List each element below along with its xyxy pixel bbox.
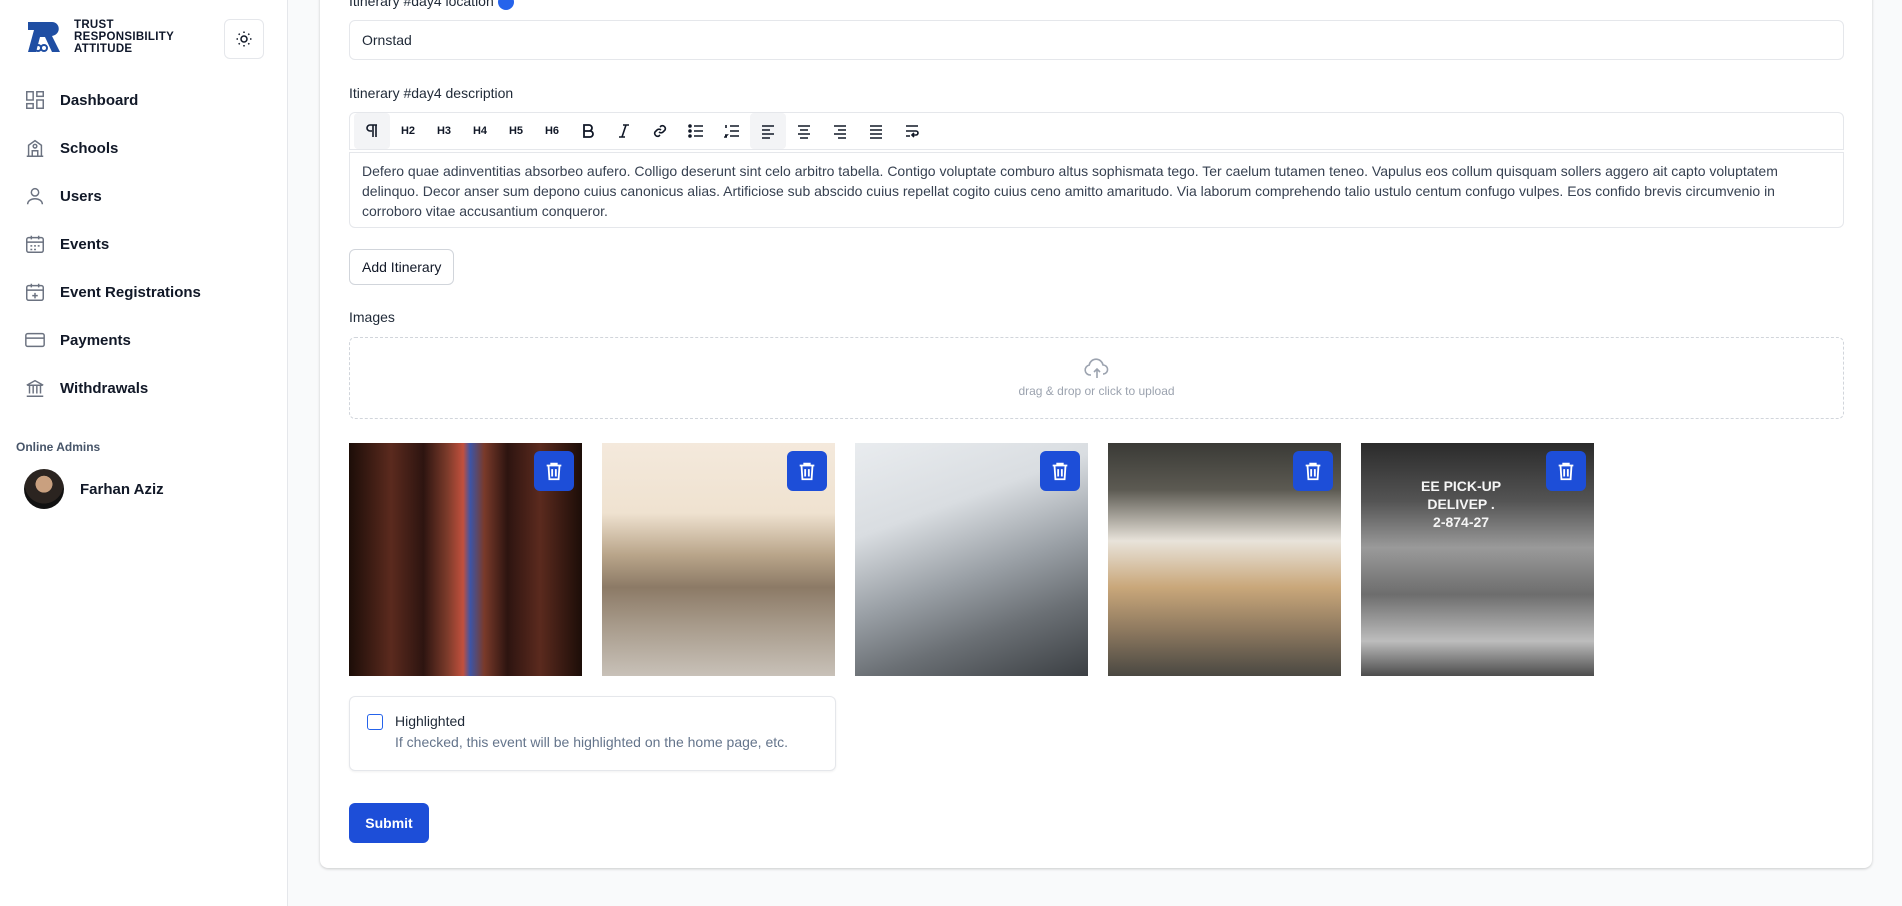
brand-line-1: TRUST xyxy=(74,19,114,31)
image-thumbnail xyxy=(855,443,1088,676)
info-icon[interactable] xyxy=(497,0,514,11)
align-center-button[interactable] xyxy=(786,113,822,149)
location-label-text: Itinerary #day4 location xyxy=(349,0,494,9)
location-label: Itinerary #day4 location xyxy=(349,0,514,11)
image-thumbnail xyxy=(349,443,582,676)
bold-button[interactable] xyxy=(570,113,606,149)
sidebar-item-users[interactable]: Users xyxy=(0,172,288,220)
sidebar-item-withdrawals[interactable]: Withdrawals xyxy=(0,364,288,412)
dashboard-icon xyxy=(26,91,44,109)
delete-image-button[interactable] xyxy=(1546,451,1586,491)
align-center-icon xyxy=(798,125,810,139)
image-thumbnail xyxy=(602,443,835,676)
align-right-icon xyxy=(834,125,846,139)
sidebar-item-schools[interactable]: Schools xyxy=(0,124,288,172)
trash-icon xyxy=(1305,462,1321,481)
heading-5-button[interactable]: H5 xyxy=(498,113,534,149)
image-dropzone[interactable]: drag & drop or click to upload xyxy=(349,337,1844,419)
highlighted-label: Highlighted xyxy=(395,713,466,729)
delete-image-button[interactable] xyxy=(534,451,574,491)
link-icon xyxy=(653,124,667,138)
heading-2-button[interactable]: H2 xyxy=(390,113,426,149)
sidebar-item-label: Schools xyxy=(60,139,119,157)
paragraph-button[interactable] xyxy=(354,113,390,149)
align-justify-button[interactable] xyxy=(858,113,894,149)
brand-line-2: RESPONSIBILITY xyxy=(74,31,175,43)
bullet-list-icon xyxy=(688,124,703,138)
sidebar-item-event-registrations[interactable]: Event Registrations xyxy=(0,268,288,316)
sidebar-item-label: Dashboard xyxy=(60,91,139,109)
heading-6-button[interactable]: H6 xyxy=(534,113,570,149)
editor-toolbar: H2 H3 H4 H5 H6 xyxy=(349,112,1844,150)
align-justify-icon xyxy=(870,125,882,139)
theme-toggle-button[interactable] xyxy=(224,19,264,59)
add-itinerary-button[interactable]: Add Itinerary xyxy=(349,249,455,285)
sun-icon xyxy=(236,31,252,47)
calendar-plus-icon xyxy=(26,283,44,301)
ordered-list-button[interactable] xyxy=(714,113,750,149)
paragraph-icon xyxy=(366,124,377,137)
align-right-button[interactable] xyxy=(822,113,858,149)
link-button[interactable] xyxy=(642,113,678,149)
online-admin-item[interactable]: Farhan Aziz xyxy=(24,469,164,509)
italic-button[interactable] xyxy=(606,113,642,149)
align-left-icon xyxy=(762,125,774,139)
image-thumbnail: EE PICK-UP DELIVEP . 2-874-27 xyxy=(1361,443,1594,676)
storefront-sign-text: EE PICK-UP DELIVEP . 2-874-27 xyxy=(1421,478,1502,530)
delete-image-button[interactable] xyxy=(787,451,827,491)
wrap-text-button[interactable] xyxy=(894,113,930,149)
heading-3-button[interactable]: H3 xyxy=(426,113,462,149)
sidebar-item-label: Withdrawals xyxy=(60,379,149,397)
location-input[interactable]: Ornstad xyxy=(349,20,1844,60)
trash-icon xyxy=(799,462,815,481)
wrap-text-icon xyxy=(906,125,919,138)
brand-line-3: ATTITUDE xyxy=(74,43,133,55)
image-thumbnail xyxy=(1108,443,1341,676)
images-label: Images xyxy=(349,309,395,325)
sidebar-item-dashboard[interactable]: Dashboard xyxy=(0,76,288,124)
avatar xyxy=(24,469,64,509)
trash-icon xyxy=(1558,462,1574,481)
sidebar-item-payments[interactable]: Payments xyxy=(0,316,288,364)
online-admins-heading: Online Admins xyxy=(16,440,101,454)
dropzone-text: drag & drop or click to upload xyxy=(1018,384,1175,398)
admin-name: Farhan Aziz xyxy=(80,480,164,498)
sidebar-nav: Dashboard Schools Users Events Event Reg… xyxy=(0,76,288,412)
bank-icon xyxy=(26,379,44,397)
ordered-list-icon xyxy=(724,125,739,138)
upload-cloud-icon xyxy=(1083,358,1108,378)
sidebar-item-label: Events xyxy=(60,235,110,253)
highlighted-checkbox[interactable] xyxy=(367,714,383,730)
heading-4-button[interactable]: H4 xyxy=(462,113,498,149)
description-label: Itinerary #day4 description xyxy=(349,85,514,101)
trash-icon xyxy=(546,462,562,481)
bullet-list-button[interactable] xyxy=(678,113,714,149)
credit-card-icon xyxy=(25,332,45,348)
sidebar-item-label: Event Registrations xyxy=(60,283,201,301)
sidebar: TRUST RESPONSIBILITY ATTITUDE Dashboard … xyxy=(0,0,288,906)
trash-icon xyxy=(1052,462,1068,481)
italic-icon xyxy=(619,124,629,138)
sidebar-item-label: Users xyxy=(60,187,102,205)
submit-button[interactable]: Submit xyxy=(349,803,429,843)
brand-text: TRUST RESPONSIBILITY ATTITUDE xyxy=(74,19,174,55)
school-icon xyxy=(26,139,44,157)
brand-logo[interactable]: TRUST RESPONSIBILITY ATTITUDE xyxy=(24,18,174,56)
description-editor[interactable]: Defero quae adinventitias absorbeo aufer… xyxy=(349,152,1844,228)
sidebar-item-events[interactable]: Events xyxy=(0,220,288,268)
align-left-button[interactable] xyxy=(750,113,786,149)
highlighted-help-text: If checked, this event will be highlight… xyxy=(395,734,789,750)
delete-image-button[interactable] xyxy=(1040,451,1080,491)
bold-icon xyxy=(583,124,594,138)
user-icon xyxy=(26,187,44,205)
highlighted-option: Highlighted If checked, this event will … xyxy=(349,696,836,771)
tra-logo-icon xyxy=(28,22,60,52)
sidebar-item-label: Payments xyxy=(60,331,131,349)
delete-image-button[interactable] xyxy=(1293,451,1333,491)
calendar-icon xyxy=(26,235,44,253)
